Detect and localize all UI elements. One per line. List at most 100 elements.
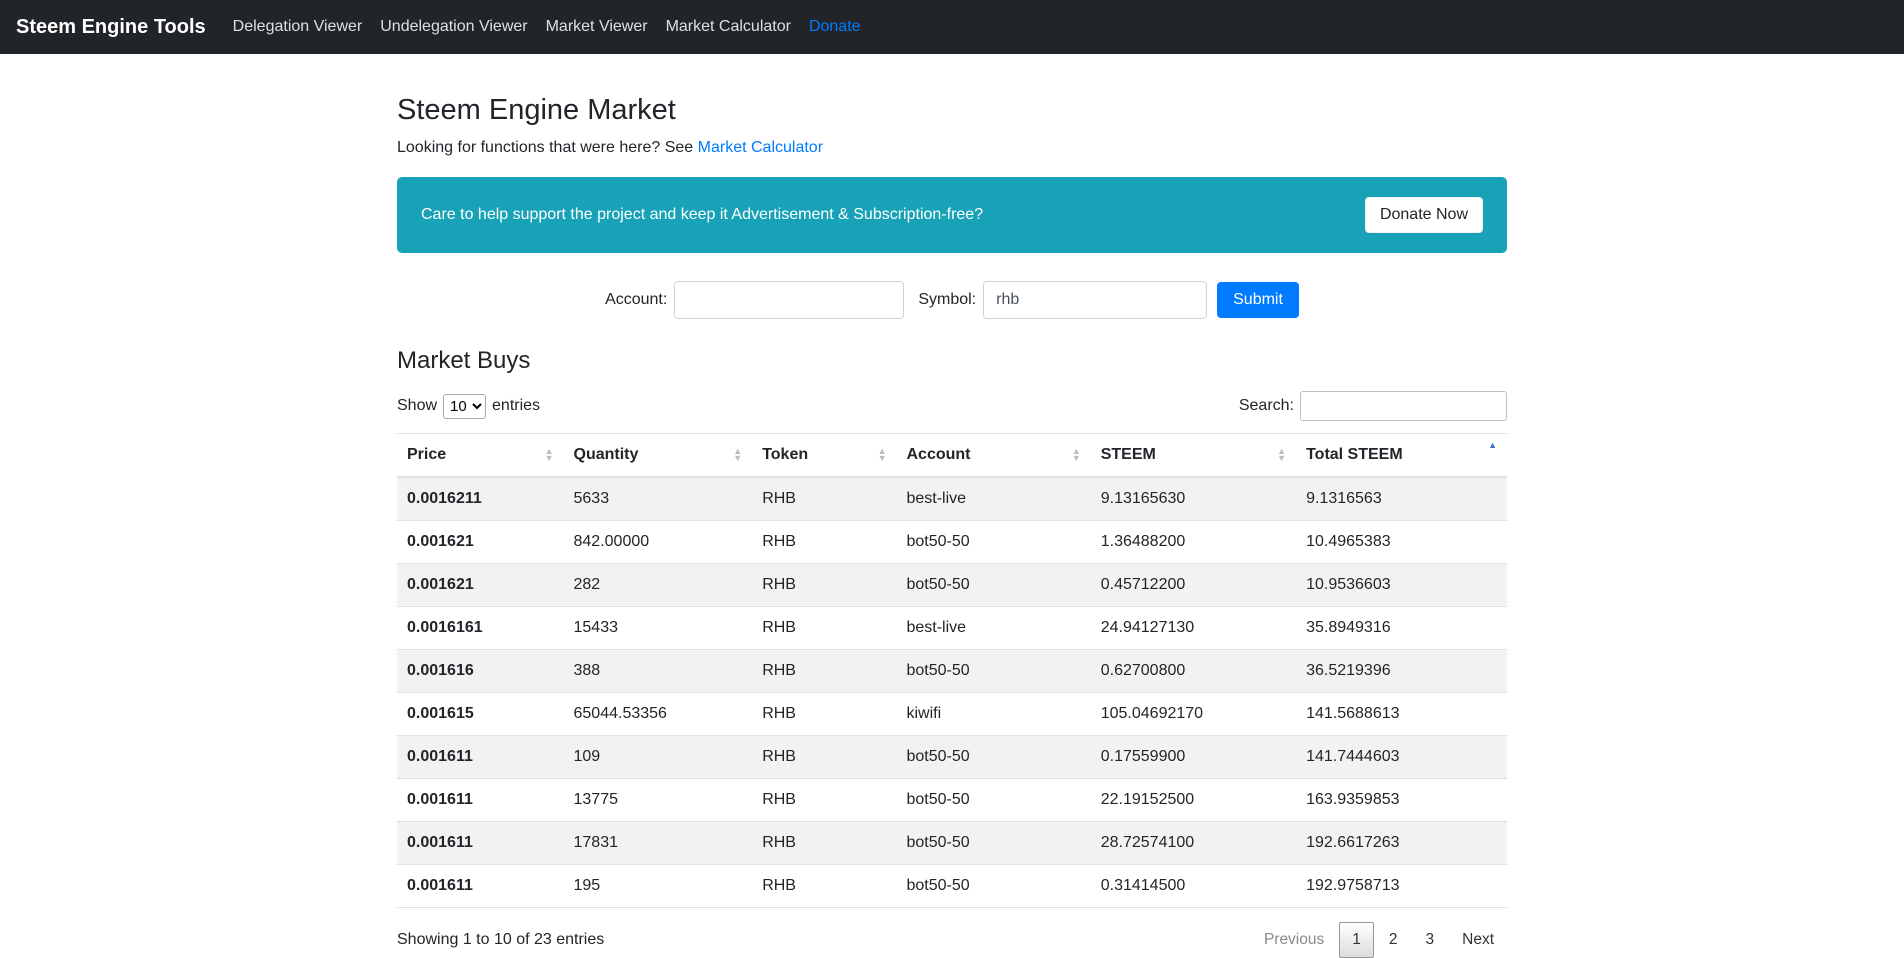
nav-item-delegation-viewer[interactable]: Delegation Viewer xyxy=(224,10,372,43)
table-row: 0.001616 388 RHB bot50-50 0.62700800 36.… xyxy=(397,649,1507,693)
cell-steem: 0.45712200 xyxy=(1090,563,1297,607)
cell-account: bot50-50 xyxy=(896,821,1091,865)
sort-icon: ▲ ▼ xyxy=(544,446,554,463)
cell-steem: 0.62700800 xyxy=(1090,649,1297,693)
cell-quantity: 13775 xyxy=(563,778,753,822)
cell-account: best-live xyxy=(896,476,1091,521)
market-buys-title: Market Buys xyxy=(397,347,531,374)
cell-quantity: 282 xyxy=(563,563,753,607)
table-row: 0.001611 195 RHB bot50-50 0.31414500 192… xyxy=(397,864,1507,908)
table-row: 0.001615 65044.53356 RHB kiwifi 105.0469… xyxy=(397,692,1507,736)
cell-quantity: 65044.53356 xyxy=(563,692,753,736)
nav-item-donate[interactable]: Donate xyxy=(800,10,870,43)
sort-asc-icon: ▲▼ xyxy=(1488,440,1497,450)
column-header-token[interactable]: Token ▲ ▼ xyxy=(752,433,897,478)
page-button-3[interactable]: 3 xyxy=(1413,922,1448,958)
cell-price: 0.001621 xyxy=(397,563,564,607)
subtitle-text: Looking for functions that were here? Se… xyxy=(397,139,698,156)
cell-steem: 24.94127130 xyxy=(1090,606,1297,650)
account-input[interactable] xyxy=(674,281,905,319)
brand-link[interactable]: Steem Engine Tools xyxy=(16,16,206,39)
submit-button[interactable]: Submit xyxy=(1217,282,1299,318)
donation-banner-text: Care to help support the project and kee… xyxy=(421,206,984,223)
navbar: Steem Engine Tools Delegation Viewer Und… xyxy=(0,0,1904,54)
nav-item-market-viewer[interactable]: Market Viewer xyxy=(537,10,657,43)
symbol-input[interactable] xyxy=(983,281,1208,319)
cell-account: bot50-50 xyxy=(896,864,1091,908)
cell-price: 0.001611 xyxy=(397,864,564,908)
cell-token: RHB xyxy=(752,606,897,650)
column-header-total-steem[interactable]: Total STEEM▲▼ xyxy=(1296,433,1507,478)
page-title: Steem Engine Market xyxy=(397,94,676,126)
cell-steem: 0.31414500 xyxy=(1090,864,1297,908)
datatable-footer: Showing 1 to 10 of 23 entries Previous 1… xyxy=(397,922,1507,958)
cell-token: RHB xyxy=(752,735,897,779)
sort-icon: ▲ ▼ xyxy=(1071,446,1081,463)
cell-account: best-live xyxy=(896,606,1091,650)
page-length-select[interactable]: 10 xyxy=(443,393,487,419)
cell-account: bot50-50 xyxy=(896,778,1091,822)
navbar-menu: Delegation Viewer Undelegation Viewer Ma… xyxy=(224,18,870,36)
column-header-account[interactable]: Account ▲ ▼ xyxy=(896,433,1091,478)
cell-price: 0.0016161 xyxy=(397,606,564,650)
column-header-price[interactable]: Price ▲ ▼ xyxy=(397,433,564,478)
cell-token: RHB xyxy=(752,692,897,736)
cell-total-steem: 36.5219396 xyxy=(1296,649,1507,693)
next-page-button[interactable]: Next xyxy=(1449,922,1507,958)
entries-label: entries xyxy=(492,397,541,414)
cell-account: bot50-50 xyxy=(896,649,1091,693)
cell-steem: 9.13165630 xyxy=(1090,476,1297,521)
cell-total-steem: 163.9359853 xyxy=(1296,778,1507,822)
cell-steem: 22.19152500 xyxy=(1090,778,1297,822)
cell-price: 0.001621 xyxy=(397,520,564,564)
cell-quantity: 17831 xyxy=(563,821,753,865)
page-button-1[interactable]: 1 xyxy=(1339,922,1374,958)
cell-quantity: 5633 xyxy=(563,476,753,521)
cell-token: RHB xyxy=(752,563,897,607)
cell-steem: 28.72574100 xyxy=(1090,821,1297,865)
pagination: Previous 1 2 3 Next xyxy=(1249,922,1507,958)
table-row: 0.001621 842.00000 RHB bot50-50 1.364882… xyxy=(397,520,1507,564)
cell-account: bot50-50 xyxy=(896,563,1091,607)
cell-steem: 1.36488200 xyxy=(1090,520,1297,564)
cell-total-steem: 10.4965383 xyxy=(1296,520,1507,564)
cell-token: RHB xyxy=(752,520,897,564)
cell-price: 0.0016211 xyxy=(397,476,564,521)
cell-total-steem: 192.6617263 xyxy=(1296,821,1507,865)
donate-now-button[interactable]: Donate Now xyxy=(1364,197,1483,233)
cell-total-steem: 9.1316563 xyxy=(1296,476,1507,521)
table-row: 0.001611 13775 RHB bot50-50 22.19152500 … xyxy=(397,778,1507,822)
column-header-steem[interactable]: STEEM ▲ ▼ xyxy=(1090,433,1297,478)
cell-account: bot50-50 xyxy=(896,520,1091,564)
cell-token: RHB xyxy=(752,476,897,521)
search-control: Search: xyxy=(1239,391,1507,421)
sort-icon: ▲ ▼ xyxy=(877,446,887,463)
cell-total-steem: 10.9536603 xyxy=(1296,563,1507,607)
search-label: Search: xyxy=(1238,397,1294,414)
market-calculator-link[interactable]: Market Calculator xyxy=(698,139,823,156)
page-subtitle: Looking for functions that were here? Se… xyxy=(397,139,1507,157)
table-row: 0.001611 109 RHB bot50-50 0.17559900 141… xyxy=(397,735,1507,779)
column-header-quantity[interactable]: Quantity ▲ ▼ xyxy=(563,433,753,478)
cell-total-steem: 192.9758713 xyxy=(1296,864,1507,908)
cell-price: 0.001611 xyxy=(397,735,564,779)
nav-item-market-calculator[interactable]: Market Calculator xyxy=(657,10,800,43)
datatable-controls: Show 10 entries Search: xyxy=(397,391,1507,421)
table-row: 0.0016211 5633 RHB best-live 9.13165630 … xyxy=(397,476,1507,521)
main-content: Steem Engine Market Looking for function… xyxy=(382,94,1522,958)
account-label: Account: xyxy=(605,291,668,308)
cell-steem: 0.17559900 xyxy=(1090,735,1297,779)
market-buys-table: Price ▲ ▼ Quantity ▲ ▼ Token ▲ ▼ Account ▲ ▼ STE… xyxy=(397,433,1507,908)
nav-item-undelegation-viewer[interactable]: Undelegation Viewer xyxy=(371,10,536,43)
cell-token: RHB xyxy=(752,649,897,693)
cell-price: 0.001615 xyxy=(397,692,564,736)
sort-icon: ▲ ▼ xyxy=(733,446,743,463)
previous-page-button[interactable]: Previous xyxy=(1251,922,1337,958)
donation-banner: Care to help support the project and kee… xyxy=(397,177,1507,253)
search-input[interactable] xyxy=(1300,391,1507,421)
cell-token: RHB xyxy=(752,778,897,822)
page-button-2[interactable]: 2 xyxy=(1376,922,1411,958)
cell-quantity: 388 xyxy=(563,649,753,693)
table-row: 0.0016161 15433 RHB best-live 24.9412713… xyxy=(397,606,1507,650)
symbol-label: Symbol: xyxy=(918,291,977,308)
